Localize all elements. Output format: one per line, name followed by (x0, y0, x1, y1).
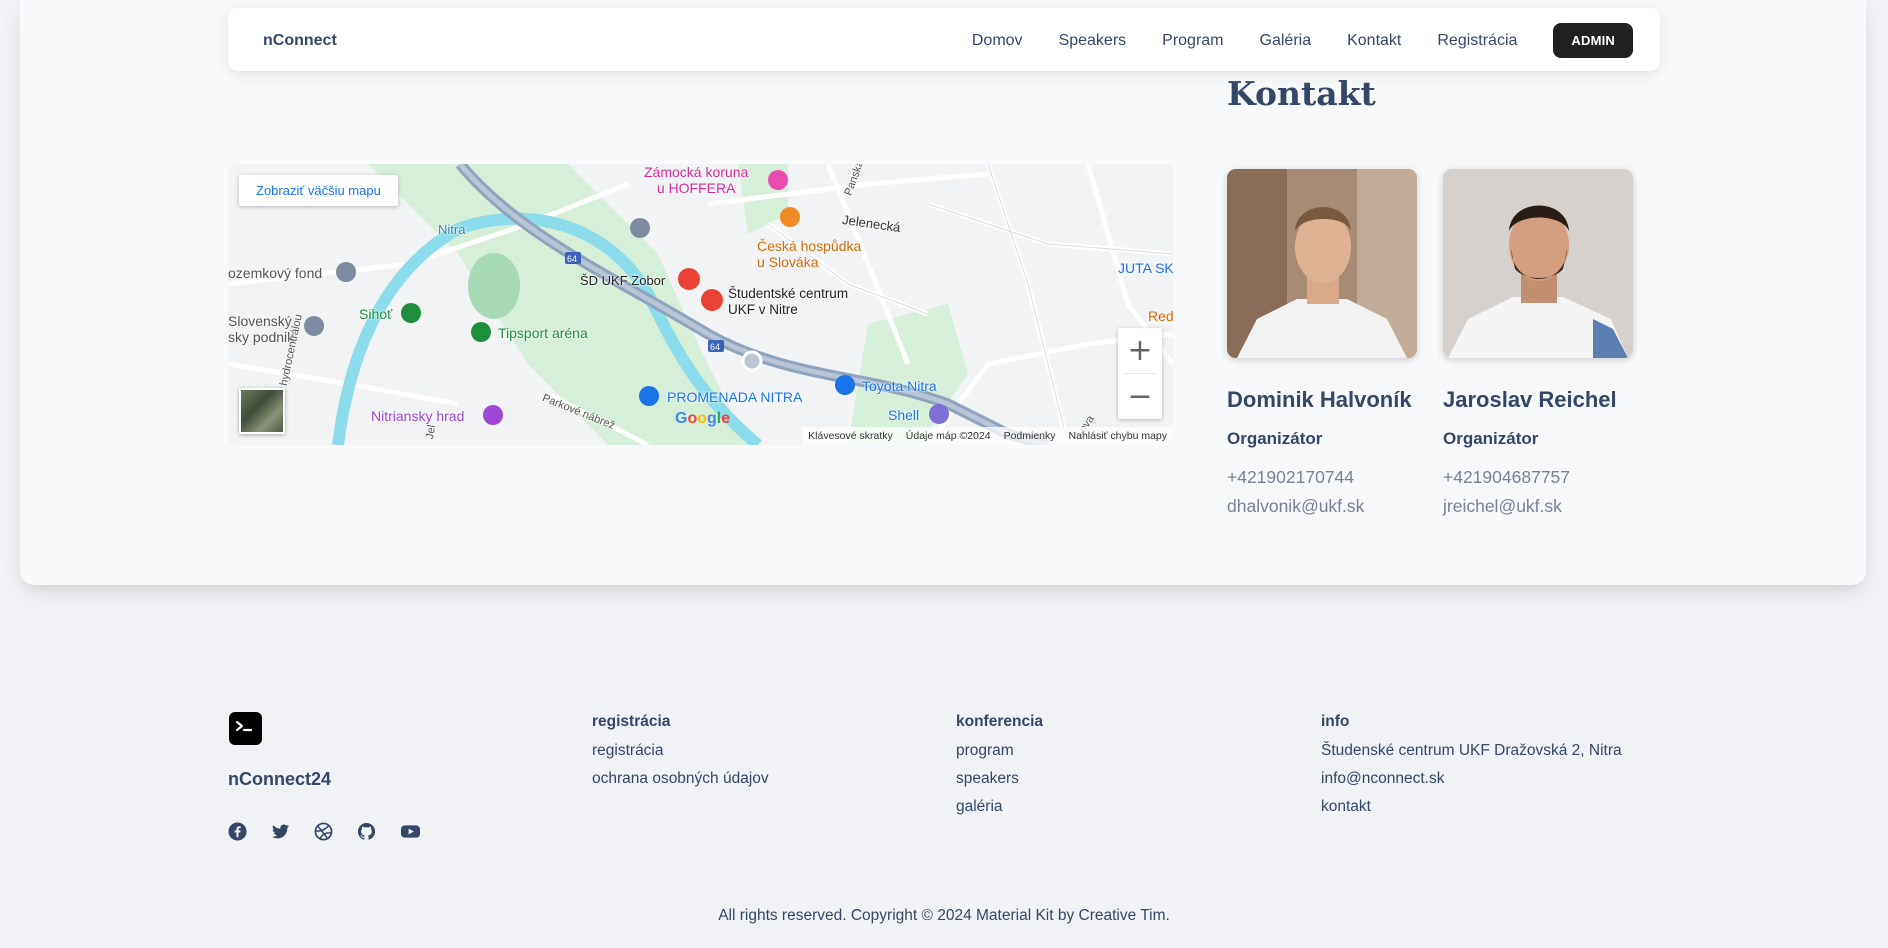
facebook-icon[interactable] (228, 822, 247, 841)
navbar: nConnect Domov Speakers Program Galéria … (228, 8, 1660, 71)
embedded-map[interactable]: Zámocká koruna u HOFFERA Panská Jelenecká… (228, 164, 1173, 445)
youtube-icon[interactable] (400, 822, 420, 841)
map-label-promenada: PROMENADA NITRA (667, 389, 803, 405)
person-role: Organizátor (1227, 429, 1323, 448)
satellite-toggle[interactable] (239, 388, 285, 434)
admin-button[interactable]: ADMIN (1553, 23, 1633, 58)
map-label-ceska: Česká hospůdka u Slováka (757, 238, 862, 270)
road-number-64-b: 64 (710, 342, 721, 352)
person-email[interactable]: dhalvonik@ukf.sk (1227, 496, 1417, 517)
person-phone[interactable]: +421904687757 (1443, 467, 1633, 488)
contact-title: Kontakt (1227, 74, 1376, 113)
map-attribution: Klávesové skratky Údaje máp ©2024 Podmie… (802, 427, 1173, 445)
nav-link-speakers[interactable]: Speakers (1059, 32, 1127, 50)
map-label-jel: Jel (423, 424, 439, 440)
person-phone[interactable]: +421902170744 (1227, 467, 1417, 488)
footer-link-program[interactable]: program (956, 742, 1043, 760)
map-label-sd-ukf: ŠD UKF Zobor (580, 273, 666, 288)
zoom-controls: + − (1118, 328, 1162, 419)
contact-person-2: Jaroslav Reichel Organizátor +4219046877… (1443, 169, 1633, 517)
map-label-juta: JUTA SK (1118, 260, 1173, 276)
map-label-sihot: Sihoť (359, 306, 393, 322)
brand-link[interactable]: nConnect (263, 32, 337, 50)
pond (468, 253, 520, 319)
contact-person-1: Dominik Halvoník Organizátor +4219021707… (1227, 169, 1417, 517)
footer-column-registracia: registrácia registrácia ochrana osobných… (592, 713, 769, 798)
footer-link-galeria[interactable]: galéria (956, 798, 1043, 816)
zoom-in-button[interactable]: + (1118, 328, 1162, 373)
footer-link-ochrana[interactable]: ochrana osobných údajov (592, 770, 769, 788)
nav-link-galeria[interactable]: Galéria (1260, 32, 1312, 50)
roundabout (741, 350, 763, 372)
person-name: Dominik Halvoník (1227, 387, 1412, 412)
terms-link[interactable]: Podmienky (1004, 430, 1056, 442)
zoom-out-button[interactable]: − (1118, 374, 1162, 419)
footer-email-link[interactable]: info@nconnect.sk (1321, 770, 1622, 788)
copyright-text: All rights reserved. Copyright © 2024 Ma… (718, 907, 1170, 924)
road-number-64-a: 64 (567, 254, 578, 264)
map-label-red: Red (1148, 308, 1173, 324)
footer-address: Študenské centrum UKF Dražovská 2, Nitra (1321, 742, 1622, 759)
map-label-shell: Shell (888, 407, 920, 423)
map-label-nitriansky: Nitriansky hrad (371, 408, 465, 424)
map-label-toyota: Toyota Nitra (862, 378, 937, 394)
google-logo: Google (675, 410, 731, 427)
github-icon[interactable] (357, 822, 376, 841)
person-photo (1227, 169, 1417, 358)
footer-link-registracia[interactable]: registrácia (592, 742, 769, 760)
map-label-pozemkovy: ozemkový fond (228, 265, 323, 281)
person-role: Organizátor (1443, 429, 1539, 448)
social-links (228, 822, 443, 841)
nav-link-domov[interactable]: Domov (972, 32, 1023, 50)
footer-column-title: registrácia (592, 713, 671, 730)
keyboard-shortcuts-link[interactable]: Klávesové skratky (808, 430, 893, 442)
report-error-link[interactable]: Nahlásiť chybu mapy (1069, 430, 1167, 442)
footer-column-konferencia: konferencia program speakers galéria (956, 713, 1043, 826)
terminal-logo-icon (229, 712, 262, 745)
map-label-studentske: Študentské centrum UKF v Nitre (728, 286, 849, 317)
footer-link-speakers[interactable]: speakers (956, 770, 1043, 788)
nav-links: Domov Speakers Program Galéria Kontakt R… (972, 23, 1633, 58)
map-label-tipsport: Tipsport aréna (498, 325, 588, 341)
map-label-zamocka: Zámocká koruna u HOFFERA (644, 164, 749, 196)
footer-brand: nConnect24 (228, 769, 332, 789)
map-data-text: Údaje máp ©2024 (905, 430, 991, 442)
person-email[interactable]: jreichel@ukf.sk (1443, 496, 1633, 517)
view-larger-map-button[interactable]: Zobraziť väčšiu mapu (239, 175, 398, 206)
person-photo (1443, 169, 1633, 358)
person-name: Jaroslav Reichel (1443, 387, 1617, 412)
map-label-nitra: Nitra (438, 222, 466, 237)
footer-column-title: info (1321, 713, 1350, 730)
nav-link-registracia[interactable]: Registrácia (1437, 32, 1517, 50)
footer-link-kontakt[interactable]: kontakt (1321, 798, 1622, 816)
nav-link-kontakt[interactable]: Kontakt (1347, 32, 1401, 50)
nav-link-program[interactable]: Program (1162, 32, 1223, 50)
footer-column-info: info Študenské centrum UKF Dražovská 2, … (1321, 713, 1622, 826)
twitter-icon[interactable] (271, 822, 290, 841)
dribbble-icon[interactable] (314, 822, 333, 841)
footer-column-title: konferencia (956, 713, 1044, 730)
